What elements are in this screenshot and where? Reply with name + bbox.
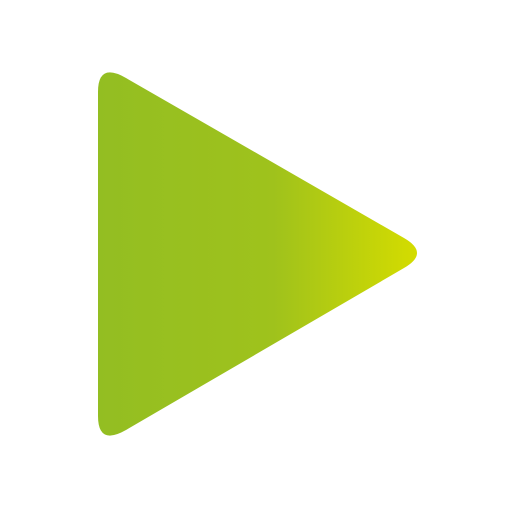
play-button[interactable] [0, 0, 512, 512]
play-icon [98, 72, 417, 436]
play-icon-canvas [0, 0, 512, 512]
